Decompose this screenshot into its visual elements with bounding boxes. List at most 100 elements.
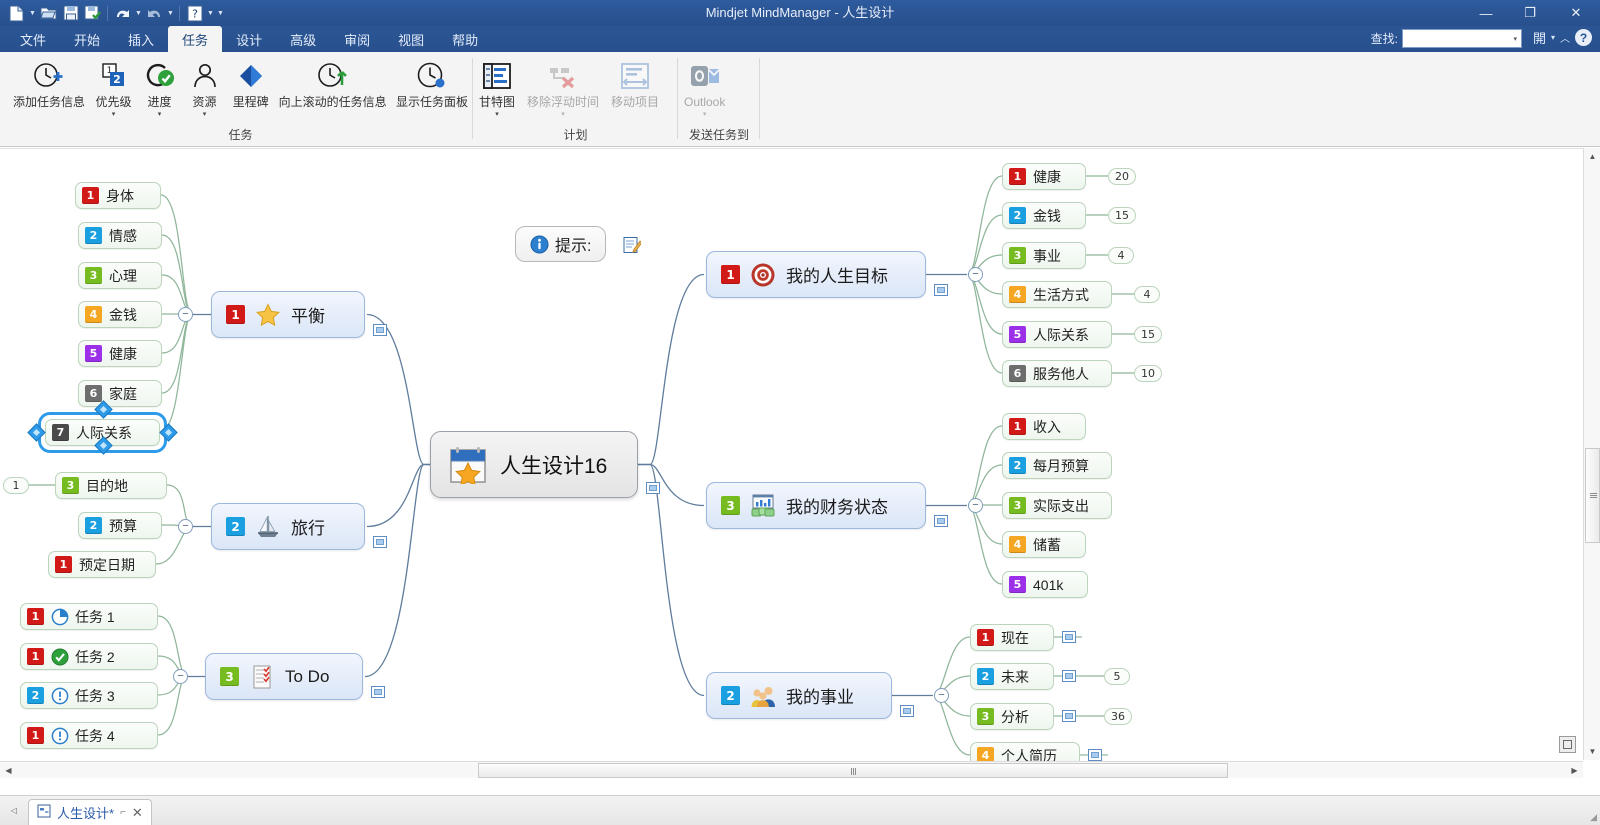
leaf-node-finance-4[interactable]: 5 401k: [1002, 571, 1088, 598]
tab-pin-icon[interactable]: ⌐: [120, 807, 126, 818]
leaf-note-marker[interactable]: [1062, 670, 1076, 682]
find-input-wrap[interactable]: ▾: [1402, 29, 1522, 48]
leaf-node-balance-3[interactable]: 4 金钱: [78, 301, 162, 328]
new-dropdown-icon[interactable]: ▼: [28, 3, 37, 24]
fit-to-window-button[interactable]: [1559, 736, 1576, 753]
menu-item-0[interactable]: 文件: [6, 26, 60, 52]
vertical-scroll-thumb[interactable]: [1585, 448, 1600, 543]
central-node[interactable]: 人生设计16: [430, 431, 638, 498]
vertical-scrollbar[interactable]: ▲ ▼: [1583, 148, 1600, 760]
open-document-icon[interactable]: [38, 3, 59, 24]
collapse-toggle-travel[interactable]: −: [178, 519, 193, 534]
new-document-icon[interactable]: [6, 3, 27, 24]
leaf-node-finance-0[interactable]: 1 收入: [1002, 413, 1086, 440]
menu-item-3[interactable]: 任务: [168, 26, 223, 52]
branch-note-marker[interactable]: [934, 515, 948, 527]
find-input[interactable]: [1405, 31, 1512, 46]
branch-node-todo[interactable]: 3 To Do: [205, 653, 363, 700]
menu-item-2[interactable]: 插入: [114, 26, 168, 52]
leaf-node-travel-1[interactable]: 2 预算: [78, 512, 162, 539]
leaf-node-finance-1[interactable]: 2 每月预算: [1002, 452, 1112, 479]
ribbon-button-priority[interactable]: 1 2 优先级 ▾: [90, 55, 137, 119]
leaf-node-goals-5[interactable]: 6 服务他人: [1002, 360, 1112, 387]
leaf-node-balance-2[interactable]: 3 心理: [78, 262, 162, 289]
leaf-node-goals-0[interactable]: 1 健康: [1002, 163, 1086, 190]
leaf-node-goals-2[interactable]: 3 事业: [1002, 242, 1086, 269]
ribbon-collapse-icon[interactable]: ︿: [1560, 30, 1570, 45]
leaf-node-balance-5[interactable]: 6 家庭: [78, 380, 162, 407]
leaf-node-todo-3[interactable]: 1 任务 4: [20, 722, 158, 749]
help-dropdown-icon[interactable]: ▼: [206, 3, 215, 24]
leaf-node-career-1[interactable]: 2 未来: [970, 663, 1054, 690]
ribbon-button-milestone-diamond[interactable]: 里程碑: [227, 55, 274, 109]
horizontal-scroll-thumb[interactable]: [478, 763, 1228, 778]
leaf-node-balance-1[interactable]: 2 情感: [78, 222, 162, 249]
scroll-down-icon[interactable]: ▼: [1584, 743, 1600, 760]
central-note-marker[interactable]: [646, 482, 660, 494]
leaf-node-travel-2[interactable]: 1 预定日期: [48, 551, 156, 578]
collapse-toggle-career[interactable]: −: [934, 688, 949, 703]
leaf-node-todo-2[interactable]: 2 任务 3: [20, 682, 158, 709]
menu-item-1[interactable]: 开始: [60, 26, 114, 52]
ribbon-button-clock-panel[interactable]: 显示任务面板: [391, 55, 473, 109]
branch-note-marker[interactable]: [373, 536, 387, 548]
leaf-node-finance-3[interactable]: 4 储蓄: [1002, 531, 1086, 558]
horizontal-scrollbar[interactable]: ◀ ▶: [0, 761, 1583, 778]
menu-item-5[interactable]: 高级: [276, 26, 330, 52]
undo-icon[interactable]: [112, 3, 133, 24]
collapse-toggle-finance[interactable]: −: [968, 498, 983, 513]
branch-node-career[interactable]: 2 我的事业: [706, 672, 892, 719]
branch-note-marker[interactable]: [900, 705, 914, 717]
help-icon[interactable]: ?: [1575, 29, 1592, 46]
ribbon-button-dropdown-icon[interactable]: ▾: [112, 110, 116, 119]
tip-callout[interactable]: 提示:: [515, 226, 607, 262]
leaf-node-goals-4[interactable]: 5 人际关系: [1002, 321, 1112, 348]
ribbon-button-dropdown-icon[interactable]: ▾: [203, 110, 207, 119]
customize-qat-icon[interactable]: ▼: [216, 3, 225, 24]
ribbon-button-dropdown-icon[interactable]: ▾: [495, 110, 499, 119]
leaf-note-marker[interactable]: [1062, 710, 1076, 722]
tip-note-icon[interactable]: [623, 236, 641, 254]
save-icon[interactable]: [60, 3, 81, 24]
scroll-up-icon[interactable]: ▲: [1584, 148, 1600, 165]
leaf-node-finance-2[interactable]: 3 实际支出: [1002, 492, 1112, 519]
leaf-node-balance-0[interactable]: 1 身体: [75, 182, 161, 209]
ribbon-button-clock-up[interactable]: 向上滚动的任务信息: [274, 55, 391, 109]
leaf-node-goals-3[interactable]: 4 生活方式: [1002, 281, 1112, 308]
minimize-button[interactable]: —: [1464, 0, 1508, 26]
redo-icon[interactable]: [144, 3, 165, 24]
collapse-toggle-balance[interactable]: −: [178, 307, 193, 322]
save-as-icon[interactable]: [82, 3, 103, 24]
ribbon-button-clock-plus[interactable]: 添加任务信息: [8, 55, 90, 109]
scroll-left-icon[interactable]: ◀: [0, 762, 17, 779]
help-quick-icon[interactable]: ?: [184, 3, 205, 24]
restore-button[interactable]: ❐: [1508, 0, 1552, 26]
close-button[interactable]: ✕: [1552, 0, 1600, 26]
tab-close-icon[interactable]: ✕: [132, 805, 143, 821]
leaf-node-todo-1[interactable]: 1 任务 2: [20, 643, 158, 670]
ribbon-button-person[interactable]: 资源 ▾: [182, 55, 227, 119]
menu-item-8[interactable]: 帮助: [438, 26, 492, 52]
branch-node-finance[interactable]: 3 我的财务状态: [706, 482, 926, 529]
collapse-toggle-todo[interactable]: −: [173, 669, 188, 684]
map-canvas[interactable]: 人生设计16 提示: 1 平衡 −1 身体 2 情感 3 心理 4 金钱 5 健康 6 家庭 7 人际关系 2 旅行 −…: [0, 148, 1600, 778]
scroll-right-icon[interactable]: ▶: [1566, 762, 1583, 779]
ribbon-button-dropdown-icon[interactable]: ▾: [158, 110, 162, 119]
leaf-node-travel-0[interactable]: 3 目的地: [55, 472, 167, 499]
branch-note-marker[interactable]: [373, 324, 387, 336]
menu-item-6[interactable]: 审阅: [330, 26, 384, 52]
leaf-note-marker[interactable]: [1062, 631, 1076, 643]
branch-node-balance[interactable]: 1 平衡: [211, 291, 365, 338]
menu-item-4[interactable]: 设计: [222, 26, 276, 52]
tab-prev-icon[interactable]: ◁: [0, 795, 28, 825]
leaf-node-career-0[interactable]: 1 现在: [970, 624, 1054, 651]
ribbon-button-gantt-chart[interactable]: 甘特图 ▾: [473, 55, 521, 119]
document-tab[interactable]: 人生设计* ⌐ ✕: [28, 799, 152, 825]
collapse-toggle-goals[interactable]: −: [968, 267, 983, 282]
find-dropdown-icon[interactable]: ▾: [1511, 35, 1519, 43]
branch-note-marker[interactable]: [371, 686, 385, 698]
leaf-node-todo-0[interactable]: 1 任务 1: [20, 603, 158, 630]
leaf-node-balance-4[interactable]: 5 健康: [78, 340, 162, 367]
ribbon-button-progress-check[interactable]: 进度 ▾: [137, 55, 182, 119]
redo-dropdown-icon[interactable]: ▼: [166, 3, 175, 24]
